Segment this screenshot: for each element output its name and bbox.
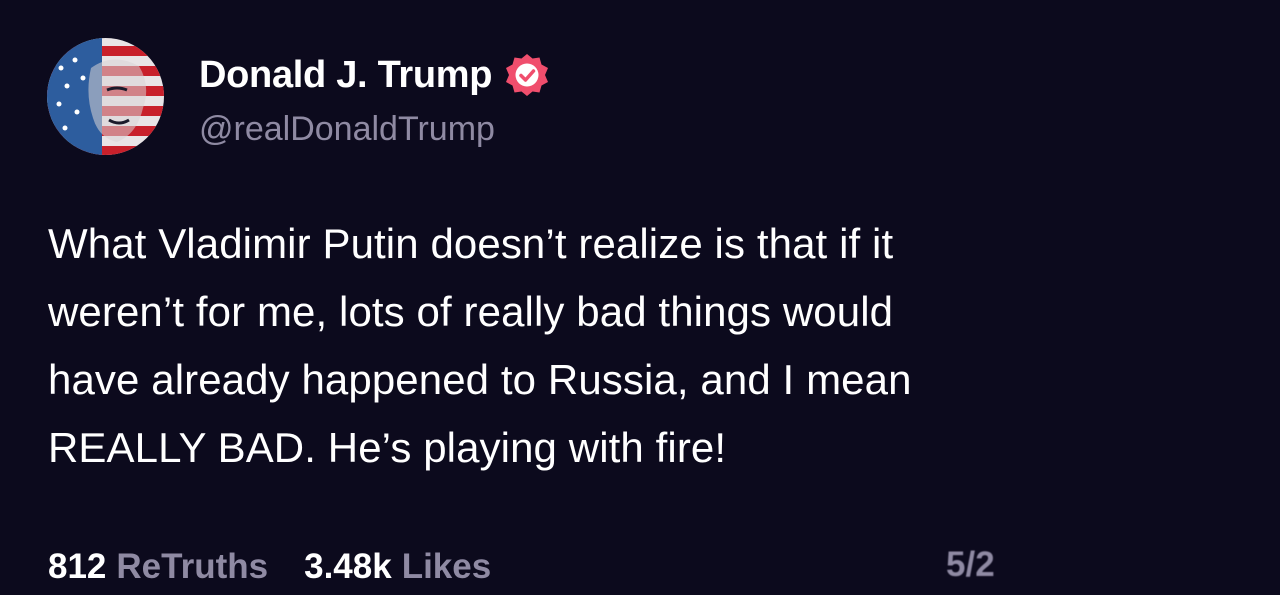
avatar[interactable]	[47, 38, 164, 155]
likes-count: 3.48k	[304, 547, 392, 586]
author-display-name[interactable]: Donald J. Trump	[199, 54, 493, 97]
retruths-count: 812	[48, 547, 107, 586]
likes-label: Likes	[401, 547, 492, 586]
post-text: What Vladimir Putin doesn’t realize is t…	[48, 220, 912, 471]
likes-stat[interactable]: 3.48k Likes	[304, 547, 491, 587]
avatar-image	[47, 38, 164, 155]
author-handle[interactable]: @realDonaldTrump	[199, 110, 495, 149]
post-card: Donald J. Trump @realDonaldTrump What Vl…	[0, 0, 1280, 595]
retruths-stat[interactable]: 812 ReTruths	[48, 547, 268, 587]
post-footer: 812 ReTruths 3.48k Likes 5/2	[48, 545, 1260, 589]
author-name-row: Donald J. Trump	[199, 50, 550, 100]
verified-badge-icon	[504, 52, 550, 98]
retruths-label: ReTruths	[116, 547, 269, 586]
post-timestamp[interactable]: 5/2	[946, 545, 995, 585]
